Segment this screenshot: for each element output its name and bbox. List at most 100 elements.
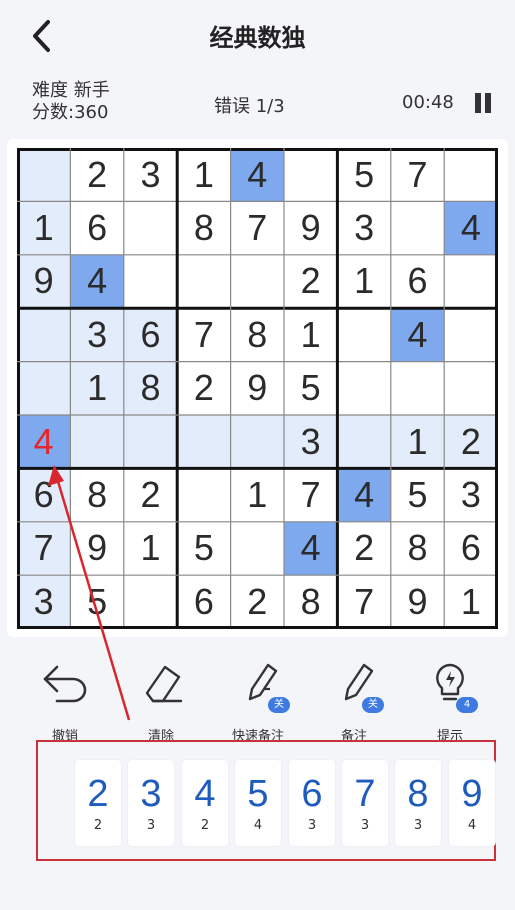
board-cell[interactable] xyxy=(17,148,71,202)
board-cell[interactable]: 7 xyxy=(284,468,337,521)
board-cell[interactable]: 4 xyxy=(390,308,445,362)
board-cell[interactable] xyxy=(123,415,178,469)
board-cell[interactable] xyxy=(337,362,390,415)
pause-button[interactable] xyxy=(475,93,491,113)
board-cell[interactable] xyxy=(231,255,284,308)
board-cell[interactable]: 2 xyxy=(70,148,123,201)
board-cell[interactable] xyxy=(124,255,177,308)
board-cell[interactable]: 7 xyxy=(231,201,284,254)
board-cell[interactable]: 2 xyxy=(231,575,284,628)
board-cell[interactable]: 9 xyxy=(70,522,123,575)
board-cell[interactable]: 9 xyxy=(391,575,444,628)
numpad-key-5[interactable]: 54 xyxy=(235,760,281,846)
board-cell[interactable]: 7 xyxy=(17,521,71,576)
board-cell[interactable]: 6 xyxy=(70,201,123,254)
board-cell[interactable]: 7 xyxy=(177,308,230,361)
board-cell[interactable]: 9 xyxy=(284,201,337,254)
quick-note-button[interactable]: 关 快速备注 xyxy=(218,655,298,745)
quick-note-badge: 关 xyxy=(268,697,290,713)
board-cell[interactable]: 6 xyxy=(17,468,71,522)
board-cell[interactable] xyxy=(284,148,337,201)
board-cell[interactable]: 1 xyxy=(124,522,177,575)
board-cell[interactable]: 6 xyxy=(177,575,230,628)
board-cell[interactable] xyxy=(444,308,497,361)
board-cell[interactable] xyxy=(391,201,444,254)
board-cell[interactable]: 8 xyxy=(177,201,230,254)
board-cell[interactable] xyxy=(17,361,71,415)
board-cell[interactable]: 1 xyxy=(444,575,497,628)
board-cell[interactable]: 8 xyxy=(123,361,178,415)
board-cell[interactable]: 5 xyxy=(284,362,337,415)
board-cell[interactable] xyxy=(444,148,497,201)
board-cell[interactable]: 8 xyxy=(284,575,337,628)
board-cell[interactable]: 8 xyxy=(231,308,284,361)
board-cell[interactable]: 1 xyxy=(284,308,337,361)
board-cell[interactable]: 6 xyxy=(444,522,497,575)
board-cell[interactable]: 4 xyxy=(70,254,124,309)
board-cell[interactable]: 9 xyxy=(17,254,71,309)
board-cell[interactable] xyxy=(337,308,390,361)
board-cell[interactable]: 4 xyxy=(284,521,338,576)
board-cell[interactable]: 3 xyxy=(444,468,497,521)
numpad-key-6[interactable]: 63 xyxy=(289,760,335,846)
numpad-key-3[interactable]: 33 xyxy=(128,760,174,846)
board-cell[interactable]: 2 xyxy=(337,522,390,575)
numpad-remaining-count: 3 xyxy=(360,818,370,833)
numpad-key-7[interactable]: 73 xyxy=(342,760,388,846)
board-cell[interactable]: 3 xyxy=(70,308,124,362)
board-cell[interactable]: 7 xyxy=(337,575,390,628)
board-cell[interactable]: 8 xyxy=(70,468,123,521)
numpad-key-2[interactable]: 22 xyxy=(75,760,121,846)
eraser-icon xyxy=(145,665,183,703)
board-cell[interactable]: 2 xyxy=(284,255,337,308)
board-cell[interactable] xyxy=(391,362,444,415)
board-cell[interactable]: 1 xyxy=(177,148,230,201)
hint-button[interactable]: 4 提示 xyxy=(410,655,490,745)
note-button[interactable]: 关 备注 xyxy=(314,655,394,745)
board-cell[interactable] xyxy=(230,415,284,469)
board-cell[interactable] xyxy=(70,415,124,469)
board-cell[interactable]: 6 xyxy=(123,308,178,362)
board-cell[interactable]: 4 xyxy=(230,148,284,202)
undo-button[interactable]: 撤销 xyxy=(25,655,105,745)
board-cell[interactable] xyxy=(177,415,231,469)
board-cell[interactable] xyxy=(177,255,230,308)
board-cell[interactable]: 4 xyxy=(337,468,391,522)
numpad-key-8[interactable]: 83 xyxy=(395,760,441,846)
erase-button[interactable]: 清除 xyxy=(121,655,201,745)
board-cell[interactable] xyxy=(444,255,497,308)
numpad-key-4[interactable]: 42 xyxy=(182,760,228,846)
board-cell[interactable]: 1 xyxy=(231,468,284,521)
board-cell[interactable] xyxy=(17,308,71,362)
board-cell[interactable]: 8 xyxy=(391,522,444,575)
board-cell[interactable] xyxy=(124,575,177,628)
board-cell[interactable]: 1 xyxy=(70,361,124,415)
board-cell[interactable]: 6 xyxy=(391,255,444,308)
board-cell[interactable]: 2 xyxy=(444,415,498,469)
board-cell[interactable]: 3 xyxy=(17,575,71,629)
board-cell[interactable] xyxy=(231,522,284,575)
pause-icon xyxy=(475,93,481,113)
board-cell[interactable]: 3 xyxy=(124,148,177,201)
board-cell[interactable]: 5 xyxy=(337,148,390,201)
board-cell[interactable]: 1 xyxy=(337,255,390,308)
board-cell[interactable]: 7 xyxy=(391,148,444,201)
board-cell[interactable]: 1 xyxy=(390,415,445,469)
board-cell[interactable] xyxy=(444,362,497,415)
board-cell[interactable]: 3 xyxy=(284,415,338,469)
board-cell[interactable]: 5 xyxy=(70,575,123,628)
numpad-key-9[interactable]: 94 xyxy=(449,760,495,846)
board-cell[interactable]: 2 xyxy=(177,362,230,415)
board-cell[interactable]: 3 xyxy=(337,201,390,254)
board-cell[interactable]: 4 xyxy=(444,201,498,255)
board-cell[interactable]: 1 xyxy=(17,201,71,255)
board-cell[interactable]: 4 xyxy=(17,415,71,469)
board-cell[interactable]: 5 xyxy=(391,468,444,521)
board-cell[interactable]: 5 xyxy=(177,522,230,575)
board-cell[interactable] xyxy=(337,415,391,469)
board-cell[interactable] xyxy=(124,201,177,254)
numpad-digit: 4 xyxy=(194,773,216,815)
board-cell[interactable] xyxy=(177,468,230,521)
board-cell[interactable]: 9 xyxy=(231,362,284,415)
board-cell[interactable]: 2 xyxy=(124,468,177,521)
